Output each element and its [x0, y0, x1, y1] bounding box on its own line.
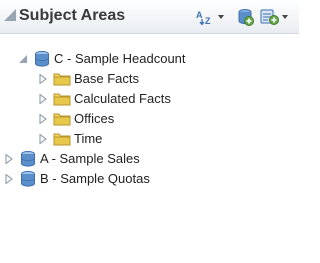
tree-item-sample-sales[interactable]: A - Sample Sales	[4, 149, 140, 169]
expanded-triangle-icon[interactable]	[18, 53, 28, 65]
collapsed-triangle-icon[interactable]	[38, 133, 48, 145]
add-subject-area-button[interactable]	[236, 8, 254, 26]
collapsed-triangle-icon[interactable]	[38, 113, 48, 125]
tree-item-sample-headcount[interactable]: C - Sample Headcount	[18, 49, 186, 69]
folder-icon	[52, 110, 72, 128]
collapsed-triangle-icon[interactable]	[38, 73, 48, 85]
tree-item-label: Offices	[74, 111, 115, 126]
chevron-down-icon	[218, 15, 224, 19]
tree-item-calculated-facts[interactable]: Calculated Facts	[38, 89, 171, 109]
add-criteria-button[interactable]	[260, 8, 288, 26]
panel-header: Subject Areas A Z	[0, 0, 299, 34]
tree-item-sample-quotas[interactable]: B - Sample Quotas	[4, 169, 150, 189]
collapsed-triangle-icon[interactable]	[4, 153, 14, 165]
collapsed-triangle-icon[interactable]	[38, 93, 48, 105]
tree-item-offices[interactable]: Offices	[38, 109, 114, 129]
add-subject-area-icon	[238, 9, 254, 26]
panel-title: Subject Areas	[19, 7, 126, 24]
collapse-panel-icon[interactable]	[4, 9, 16, 21]
svg-text:A: A	[196, 10, 203, 20]
collapsed-triangle-icon[interactable]	[4, 173, 14, 185]
folder-icon	[52, 130, 72, 148]
tree-item-base-facts[interactable]: Base Facts	[38, 69, 139, 89]
add-criteria-icon	[260, 9, 279, 25]
sort-button[interactable]: A Z	[196, 8, 224, 26]
tree-item-label: Calculated Facts	[74, 91, 171, 106]
tree-item-label: Base Facts	[74, 71, 140, 86]
tree-item-label: A - Sample Sales	[40, 151, 140, 166]
tree-item-label: B - Sample Quotas	[40, 171, 150, 186]
tree-item-label: Time	[74, 131, 103, 146]
folder-icon	[52, 90, 72, 108]
svg-text:Z: Z	[205, 16, 211, 26]
tree-item-label: C - Sample Headcount	[54, 51, 186, 66]
folder-icon	[52, 70, 72, 88]
subject-areas-panel: Subject Areas A Z C - Sample Headcount B…	[0, 0, 299, 263]
subject-area-icon	[18, 170, 38, 188]
sort-icon: A Z	[196, 10, 211, 26]
subject-area-icon	[32, 50, 52, 68]
tree-item-time[interactable]: Time	[38, 129, 102, 149]
subject-area-icon	[18, 150, 38, 168]
chevron-down-icon	[282, 15, 288, 19]
